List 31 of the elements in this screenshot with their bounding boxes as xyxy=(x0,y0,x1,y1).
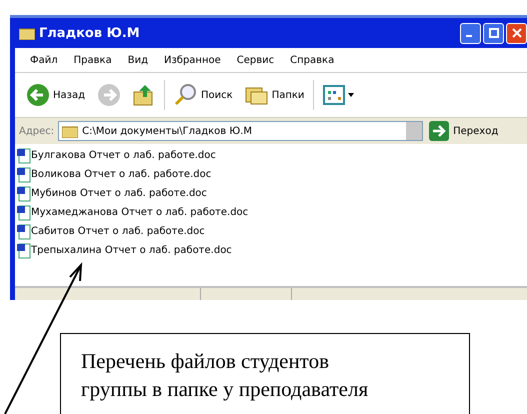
close-icon xyxy=(512,28,522,38)
folder-up-icon xyxy=(133,83,156,107)
back-button[interactable]: Назад xyxy=(23,81,88,109)
folder-icon xyxy=(62,124,78,138)
menu-item[interactable]: Справка xyxy=(283,54,344,66)
file-name[interactable]: Мубинов Отчет о лаб. работе.doc xyxy=(31,188,207,199)
address-field[interactable]: C:\Мои документы\Гладков Ю.М xyxy=(58,121,424,141)
search-icon xyxy=(174,83,198,107)
search-button[interactable]: Поиск xyxy=(171,81,236,109)
menu-item[interactable]: Сервис xyxy=(230,54,284,66)
file-name[interactable]: Булгакова Отчет о лаб. работе.doc xyxy=(31,150,216,161)
menu-item[interactable]: Файл xyxy=(23,54,67,66)
file-name[interactable]: Сабитов Отчет о лаб. работе.doc xyxy=(31,226,205,237)
minimize-icon xyxy=(466,35,472,37)
folder-icon xyxy=(19,26,35,40)
menu-item[interactable]: Вид xyxy=(120,54,157,66)
go-button[interactable]: Переход xyxy=(427,121,500,141)
menu-item[interactable]: Избранное xyxy=(156,54,230,66)
file-name[interactable]: Мухамеджанова Отчет о лаб. работе.doc xyxy=(31,207,248,218)
window-title: Гладков Ю.М xyxy=(39,26,140,40)
callout-text: Перечень файлов студентов группы в папке у преподавателя xyxy=(81,348,370,403)
menu-item[interactable]: Правка xyxy=(66,54,121,66)
views-grid-icon xyxy=(323,84,356,106)
folders-button[interactable]: Папки xyxy=(242,82,308,108)
minimize-button[interactable] xyxy=(460,22,481,44)
maximize-button[interactable] xyxy=(483,22,504,44)
maximize-icon xyxy=(488,28,498,38)
file-name[interactable]: Трепыхалина Отчет о лаб. работе.doc xyxy=(31,245,232,256)
close-button[interactable] xyxy=(506,22,527,44)
address-label: Адрес: xyxy=(19,126,54,136)
file-name[interactable]: Воликова Отчет о лаб. работе.doc xyxy=(31,169,212,180)
